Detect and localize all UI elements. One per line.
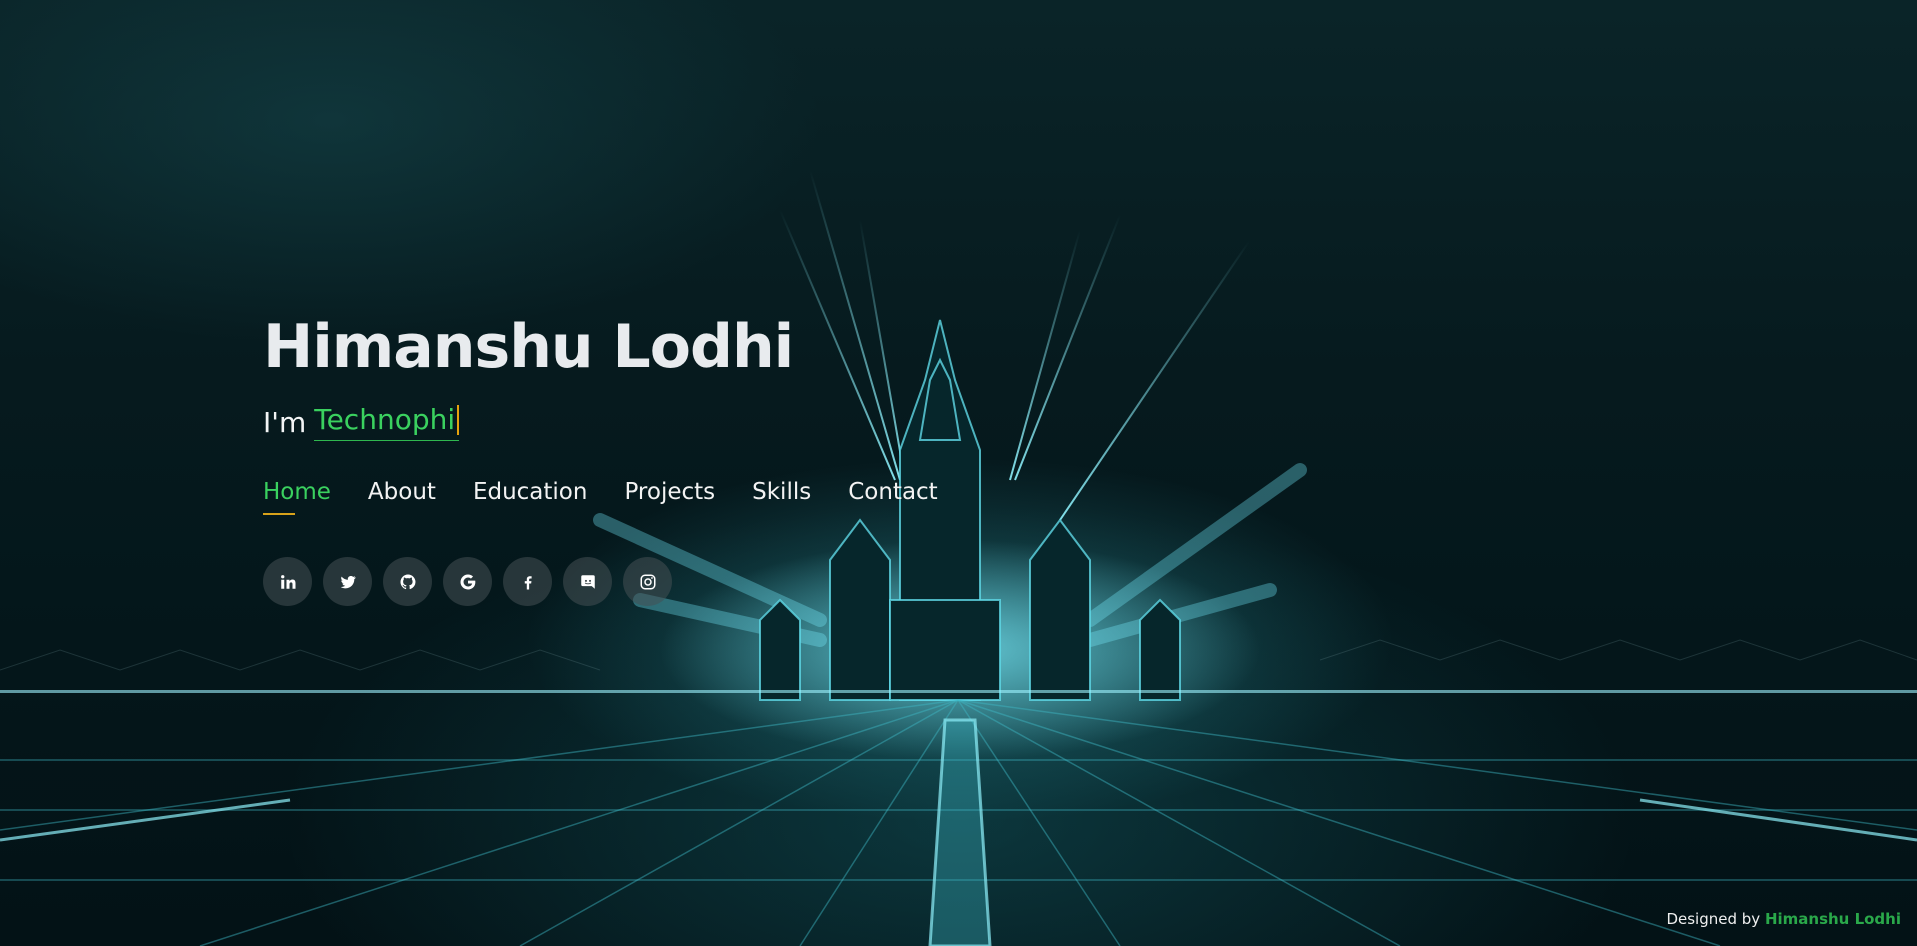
nav-about[interactable]: About bbox=[368, 479, 436, 515]
hero-section: Himanshu Lodhi I'm Technophi Home About … bbox=[0, 0, 1917, 946]
nav-projects[interactable]: Projects bbox=[624, 479, 715, 515]
credit-label: Designed by bbox=[1666, 910, 1761, 928]
facebook-icon bbox=[524, 575, 532, 589]
github-icon bbox=[400, 574, 415, 589]
typed-text: Technophi bbox=[314, 403, 456, 436]
credit-author[interactable]: Himanshu Lodhi bbox=[1765, 910, 1901, 928]
typed-text-wrapper: Technophi bbox=[314, 403, 460, 441]
footer-credit: Designed by Himanshu Lodhi bbox=[1666, 910, 1901, 928]
linkedin-link[interactable] bbox=[263, 557, 312, 606]
discord-icon bbox=[580, 574, 595, 589]
google-link[interactable] bbox=[443, 557, 492, 606]
nav-contact[interactable]: Contact bbox=[848, 479, 937, 515]
instagram-link[interactable] bbox=[623, 557, 672, 606]
nav-skills[interactable]: Skills bbox=[752, 479, 811, 515]
hero-content: Himanshu Lodhi I'm Technophi Home About … bbox=[263, 300, 975, 606]
twitter-icon bbox=[340, 575, 356, 588]
github-link[interactable] bbox=[383, 557, 432, 606]
tagline-prefix: I'm bbox=[263, 405, 307, 439]
instagram-icon bbox=[640, 574, 655, 589]
nav-education[interactable]: Education bbox=[473, 479, 588, 515]
discord-link[interactable] bbox=[563, 557, 612, 606]
nav-home[interactable]: Home bbox=[263, 479, 331, 515]
linkedin-icon bbox=[280, 574, 295, 589]
tagline: I'm Technophi bbox=[263, 402, 975, 442]
google-icon bbox=[460, 574, 475, 589]
page-title: Himanshu Lodhi bbox=[263, 312, 794, 382]
twitter-link[interactable] bbox=[323, 557, 372, 606]
social-links bbox=[263, 557, 975, 606]
typing-caret bbox=[457, 404, 460, 435]
facebook-link[interactable] bbox=[503, 557, 552, 606]
main-nav: Home About Education Projects Skills Con… bbox=[263, 479, 975, 515]
